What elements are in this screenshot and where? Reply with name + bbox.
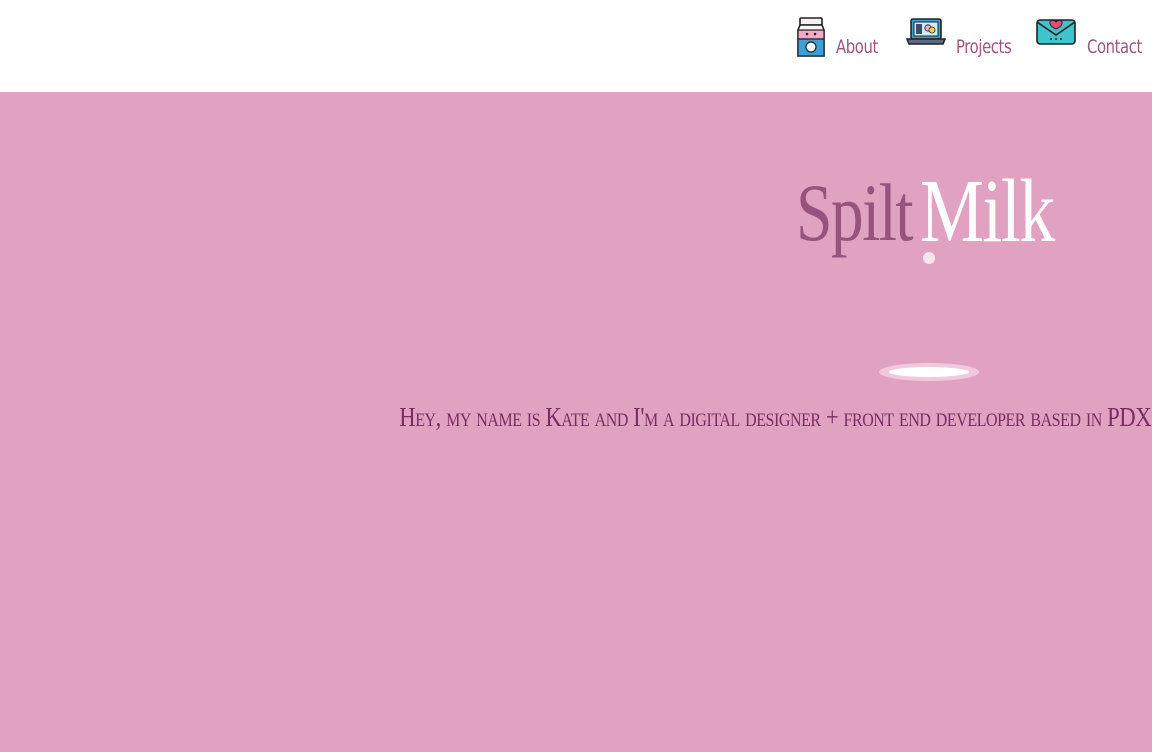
title-spilt: Spilt bbox=[796, 167, 914, 258]
nav-contact-label: Contact bbox=[1087, 36, 1142, 58]
milk-carton-icon bbox=[797, 17, 825, 57]
milk-puddle-highlight bbox=[889, 367, 969, 377]
title-milk: Milk bbox=[920, 162, 1055, 261]
nav-projects[interactable]: Projects bbox=[906, 16, 1027, 72]
site-header: About Projects Contact bbox=[0, 0, 1152, 92]
laptop-icon bbox=[906, 18, 946, 45]
intro-tagline-text: Hey, my name is Kate and I'm a digital d… bbox=[399, 402, 1152, 432]
nav-about[interactable]: About bbox=[796, 16, 890, 72]
envelope-heart-icon bbox=[1036, 19, 1076, 45]
nav-about-label: About bbox=[836, 36, 878, 58]
milk-drop-icon bbox=[923, 252, 935, 264]
milk-puddle-icon bbox=[879, 363, 979, 381]
site-title: Spilt Milk bbox=[796, 160, 1056, 300]
nav-projects-label: Projects bbox=[956, 36, 1012, 58]
nav-contact[interactable]: Contact bbox=[1035, 16, 1152, 72]
intro-tagline: Hey, my name is Kate and I'm a digital d… bbox=[255, 402, 1152, 433]
